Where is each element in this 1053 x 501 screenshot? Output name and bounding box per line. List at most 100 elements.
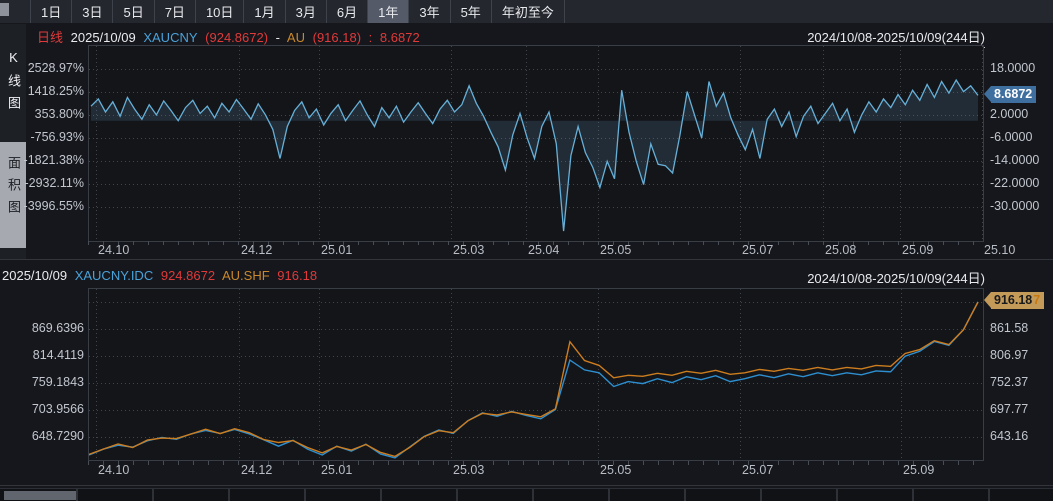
tab-5年[interactable]: 5年 xyxy=(451,0,492,23)
tab-6月[interactable]: 6月 xyxy=(327,0,368,23)
price-chart xyxy=(89,289,983,460)
period-tabbar: 1日3日5日7日10日1月3月6月1年3年5年年初至今 xyxy=(0,0,1053,23)
tab-1日[interactable]: 1日 xyxy=(30,0,72,23)
spread-plot-area[interactable] xyxy=(88,45,984,242)
spread-x-tick-label: 25.04 xyxy=(528,243,559,257)
spread-right-axis-label: -14.0000 xyxy=(990,152,1053,168)
spread-x-tick-label: 25.05 xyxy=(600,243,631,257)
series1-name: XAUCNY xyxy=(143,30,197,45)
spread-last-value-badge: 8.6872 xyxy=(991,86,1036,103)
price-series2-value: 916.18 xyxy=(277,268,317,283)
price-series1-value: 924.8672 xyxy=(161,268,215,283)
price-x-tick-label: 24.12 xyxy=(241,463,272,477)
spread-left-axis-label: 1418.25% xyxy=(20,83,84,99)
price-x-tick-label: 25.09 xyxy=(903,463,934,477)
price-right-axis-label: 861.58 xyxy=(990,320,1053,336)
price-left-axis-label: 814.4119 xyxy=(20,347,84,363)
spread-right-axis-label: 18.0000 xyxy=(990,60,1053,76)
tab-1月[interactable]: 1月 xyxy=(244,0,285,23)
price-left-axis-label: 648.7290 xyxy=(20,428,84,444)
scrollbar-divider xyxy=(152,489,154,501)
price-left-axis-label: 869.6396 xyxy=(20,320,84,336)
scrollbar-divider xyxy=(836,489,838,501)
series1-value: (924.8672) xyxy=(205,30,268,45)
spread-panel-header: 日线 2025/10/09 XAUCNY (924.8672) - AU (91… xyxy=(37,27,424,46)
tab-7日[interactable]: 7日 xyxy=(155,0,196,23)
spread-x-tick-label: 24.10 xyxy=(98,243,129,257)
spread-left-axis-label: -756.93% xyxy=(20,129,84,145)
bottom-divider xyxy=(0,485,1053,486)
spread-left-axis-label: -3996.55% xyxy=(20,198,84,214)
price-panel-header: 2025/10/09 XAUCNY.IDC 924.8672 AU.SHF 91… xyxy=(2,268,321,283)
tab-1年[interactable]: 1年 xyxy=(368,0,409,23)
chart-scrollbar-thumb[interactable] xyxy=(4,491,76,500)
spread-x-tick-label: 25.01 xyxy=(321,243,352,257)
scrollbar-divider xyxy=(304,489,306,501)
colon-sign: : xyxy=(369,30,373,45)
price-plot-area[interactable] xyxy=(88,288,984,461)
tab-10日[interactable]: 10日 xyxy=(196,0,244,23)
spread-left-axis-label: 353.80% xyxy=(20,106,84,122)
price-date: 2025/10/09 xyxy=(2,268,67,283)
corner-handle-icon[interactable] xyxy=(0,3,9,16)
scrollbar-divider xyxy=(76,489,78,501)
price-left-axis-label: 703.9566 xyxy=(20,401,84,417)
price-last-value-badge: 916.187 xyxy=(991,292,1044,309)
price-right-axis-label: 806.97 xyxy=(990,347,1053,363)
spread-x-tick-label: 24.12 xyxy=(241,243,272,257)
period-tabs: 1日3日5日7日10日1月3月6月1年3年5年年初至今 xyxy=(30,0,565,23)
price-x-tick-label: 24.10 xyxy=(98,463,129,477)
price-series2-name: AU.SHF xyxy=(222,268,270,283)
spread-x-tick-label: 25.08 xyxy=(825,243,856,257)
minus-sign: - xyxy=(276,30,280,45)
spread-right-axis-label: -30.0000 xyxy=(990,198,1053,214)
price-x-tick-label: 25.05 xyxy=(600,463,631,477)
price-x-tick-label: 25.01 xyxy=(321,463,352,477)
tab-年初至今[interactable]: 年初至今 xyxy=(492,0,565,23)
spread-x-tick-label: 25.09 xyxy=(902,243,933,257)
scrollbar-divider xyxy=(988,489,990,501)
period-label: 日线 xyxy=(37,30,63,45)
scrollbar-divider xyxy=(456,489,458,501)
price-series1-name: XAUCNY.IDC xyxy=(75,268,154,283)
tab-3年[interactable]: 3年 xyxy=(409,0,450,23)
price-line-AU.SHF xyxy=(89,302,978,456)
price-left-axis-label: 759.1843 xyxy=(20,374,84,390)
scrollbar-divider xyxy=(760,489,762,501)
spread-chart xyxy=(89,46,983,241)
series2-name: AU xyxy=(287,30,305,45)
scrollbar-divider xyxy=(684,489,686,501)
spread-right-axis-label: -6.0000 xyxy=(990,129,1053,145)
spread-x-tick-label: 25.03 xyxy=(453,243,484,257)
scrollbar-divider xyxy=(532,489,534,501)
spread-value: 8.6872 xyxy=(380,30,420,45)
spread-right-axis-label: -22.0000 xyxy=(990,175,1053,191)
covered-axis-digit: 7 xyxy=(1033,292,1040,309)
price-minor-ticks xyxy=(88,461,984,465)
price-right-axis-label: 697.77 xyxy=(990,401,1053,417)
spread-x-tick-label: 25.07 xyxy=(742,243,773,257)
spread-right-axis-label: 2.0000 xyxy=(990,106,1053,122)
price-x-tick-label: 25.03 xyxy=(453,463,484,477)
spread-area-fill xyxy=(91,80,978,231)
scrollbar-divider xyxy=(380,489,382,501)
chart-scrollbar-track[interactable] xyxy=(0,488,1053,501)
price-line-XAUCNY.IDC xyxy=(89,302,978,458)
price-right-axis-label: 752.37 xyxy=(990,374,1053,390)
price-date-range: 2024/10/08-2025/10/09(244日) xyxy=(807,268,985,287)
scrollbar-divider xyxy=(912,489,914,501)
spread-left-axis-label: -1821.38% xyxy=(20,152,84,168)
tab-5日[interactable]: 5日 xyxy=(113,0,154,23)
scrollbar-divider xyxy=(608,489,610,501)
panel-divider xyxy=(0,259,1053,260)
spread-left-axis-label: 2528.97% xyxy=(20,60,84,76)
spread-x-tick-label: 25.10 xyxy=(984,243,1015,257)
price-right-axis-label: 643.16 xyxy=(990,428,1053,444)
spread-left-axis-label: -2932.11% xyxy=(20,175,84,191)
tab-3月[interactable]: 3月 xyxy=(286,0,327,23)
series2-value: (916.18) xyxy=(313,30,361,45)
trading-terminal-window: 1日3日5日7日10日1月3月6月1年3年5年年初至今 日线 2025/10/0… xyxy=(0,0,1053,501)
scrollbar-divider xyxy=(228,489,230,501)
tab-3日[interactable]: 3日 xyxy=(72,0,113,23)
price-x-tick-label: 25.07 xyxy=(742,463,773,477)
